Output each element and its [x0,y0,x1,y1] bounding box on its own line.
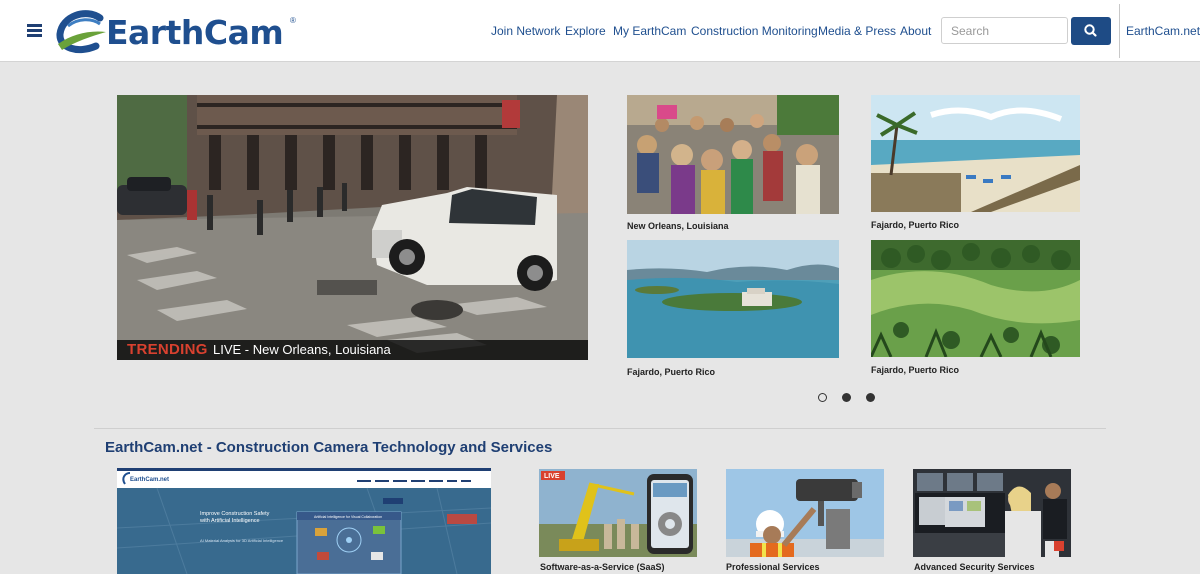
hero-caption: LIVE - New Orleans, Louisiana [213,342,391,357]
saas-construction-image: LIVE [539,469,697,557]
site-header: EarthCam ® Join Network Explore My Earth… [0,0,1200,62]
nav-construction-monitoring[interactable]: Construction Monitoring [691,24,818,38]
service-caption: Professional Services [726,562,820,572]
nav-explore[interactable]: Explore [565,24,606,38]
thumbnail-caption: Fajardo, Puerto Rico [871,365,960,375]
search-button[interactable] [1071,17,1111,45]
thumbnail-fajardo-golf[interactable]: Fajardo, Puerto Rico [871,240,1080,375]
registered-mark: ® [290,16,296,25]
earthcam-net-website-image: EarthCam.net Improve Construction Safety… [117,468,491,574]
nav-my-earthcam[interactable]: My EarthCam [613,24,686,38]
trending-live-cam[interactable]: TRENDING LIVE - New Orleans, Louisiana [117,95,588,360]
search-icon [1084,24,1097,37]
nav-about[interactable]: About [900,24,931,38]
hamburger-menu-icon[interactable] [27,24,42,37]
hero-caption-bar: TRENDING LIVE - New Orleans, Louisiana [117,340,588,360]
carousel-dot-3[interactable] [866,393,875,402]
thumbnail-caption: Fajardo, Puerto Rico [871,220,960,230]
thumbnail-new-orleans[interactable]: New Orleans, Louisiana [627,95,839,231]
screenshot-card-title: Artificial Intelligence for Visual Colla… [314,515,382,519]
thumbnail-caption: New Orleans, Louisiana [627,221,729,231]
service-caption: Software-as-a-Service (SaaS) [540,562,665,572]
carousel-dot-1[interactable] [818,393,827,402]
nav-media-press[interactable]: Media & Press [818,24,896,38]
live-badge: LIVE [544,473,560,480]
service-caption: Advanced Security Services [914,562,1035,572]
earthcam-net-link[interactable]: EarthCam.net [1126,24,1200,38]
beach-resort-image [871,95,1080,212]
header-divider [1119,4,1120,58]
logo-wordmark: EarthCam [106,13,284,52]
screenshot-logo: EarthCam.net [130,477,169,483]
screenshot-headline-1: Improve Construction Safety [200,511,270,517]
security-operator-image [913,469,1071,557]
mardi-gras-crowd-image [627,95,839,214]
carousel-dot-2[interactable] [842,393,851,402]
search-input[interactable] [941,17,1068,44]
screenshot-body: AI Material Analysis for 3D Artificial I… [200,538,284,543]
island-bay-image [627,240,839,358]
service-security[interactable]: Advanced Security Services [913,469,1071,572]
earthcam-logo[interactable]: EarthCam ® [56,10,298,54]
section-title: EarthCam.net - Construction Camera Techn… [105,439,553,456]
globe-swoosh-icon [56,10,106,53]
screenshot-headline-2: with Artificial Intelligence [199,518,260,524]
golf-course-image [871,240,1080,357]
section-divider [94,428,1106,429]
service-saas[interactable]: LIVE Software-as-a-Service (SaaS) [539,469,697,572]
thumbnail-fajardo-island[interactable]: Fajardo, Puerto Rico [627,240,839,377]
trending-badge: TRENDING [127,341,208,358]
nav-join-network[interactable]: Join Network [491,24,560,38]
technician-camera-image [726,469,884,557]
service-professional[interactable]: Professional Services [726,469,884,572]
earthcam-net-feature[interactable]: EarthCam.net Improve Construction Safety… [117,468,491,574]
thumbnail-fajardo-beach[interactable]: Fajardo, Puerto Rico [871,95,1080,230]
new-orleans-street-image [117,95,588,360]
thumbnail-caption: Fajardo, Puerto Rico [627,367,716,377]
